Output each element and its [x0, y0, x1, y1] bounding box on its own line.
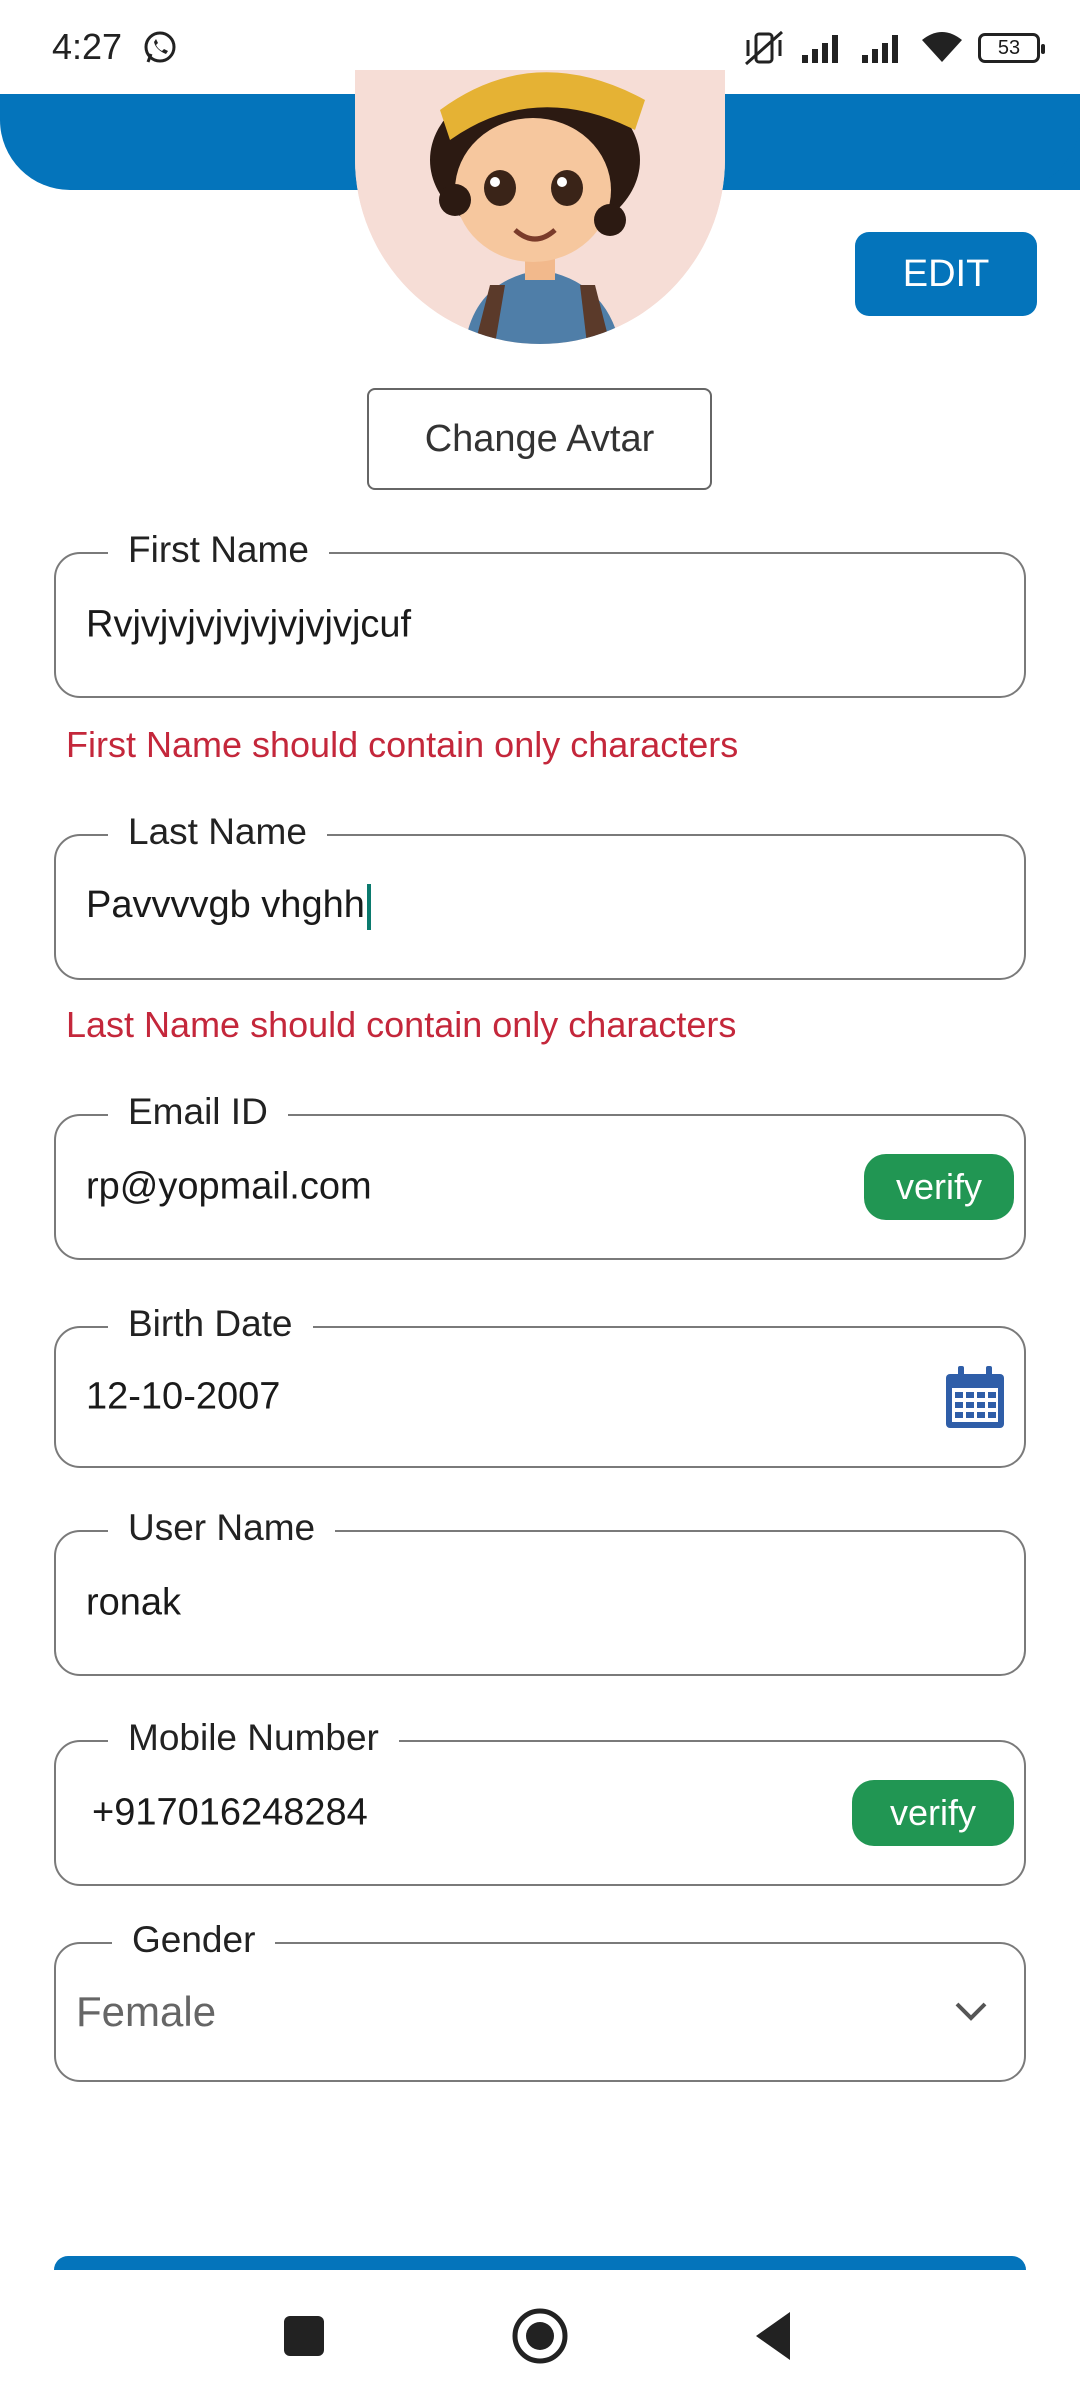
change-avatar-button[interactable]: Change Avtar — [367, 388, 712, 490]
mobile-number-field[interactable]: Mobile Number +917016248284 verify — [54, 1716, 1026, 1886]
last-name-input-wrap[interactable]: Pavvvvgb vhghh — [86, 884, 371, 930]
user-name-label: User Name — [108, 1506, 336, 1550]
signal-icon-2 — [862, 35, 898, 63]
battery-indicator: 53 — [978, 33, 1045, 63]
signal-icon — [802, 35, 838, 63]
email-label: Email ID — [108, 1090, 288, 1134]
system-nav-bar — [0, 2270, 1080, 2400]
email-input[interactable]: rp@yopmail.com — [86, 1166, 372, 1209]
status-time: 4:27 — [52, 26, 123, 67]
mobile-number-label: Mobile Number — [108, 1716, 399, 1760]
mobile-number-input[interactable]: +917016248284 — [92, 1792, 368, 1835]
birth-date-input[interactable]: 12-10-2007 — [86, 1376, 280, 1419]
gender-select[interactable]: Gender Female — [54, 1918, 1026, 2082]
first-name-error: First Name should contain only character… — [66, 724, 739, 765]
wifi-icon — [922, 32, 962, 62]
last-name-field[interactable]: Last Name Pavvvvgb vhghh — [54, 810, 1026, 980]
birth-date-field[interactable]: Birth Date 12-10-2007 — [54, 1302, 1026, 1468]
status-icons: 53 — [742, 26, 1045, 70]
home-icon[interactable] — [510, 2306, 570, 2366]
last-name-error: Last Name should contain only characters — [66, 1004, 737, 1045]
first-name-label: First Name — [108, 528, 329, 572]
save-button-partial[interactable] — [54, 2256, 1026, 2270]
back-icon[interactable] — [746, 2306, 806, 2366]
recent-apps-icon[interactable] — [274, 2306, 334, 2366]
email-field[interactable]: Email ID rp@yopmail.com verify — [54, 1090, 1026, 1260]
text-cursor — [366, 884, 371, 930]
edit-button[interactable]: EDIT — [855, 232, 1037, 316]
avatar-illustration — [355, 70, 725, 344]
last-name-input[interactable]: Pavvvvgb vhghh — [86, 884, 365, 926]
chevron-down-icon[interactable] — [954, 2001, 988, 2023]
mobile-verify-button[interactable]: verify — [852, 1780, 1014, 1846]
first-name-field[interactable]: First Name Rvjvjvjvjvjvjvjvjvjcuf — [54, 528, 1026, 698]
first-name-input[interactable]: Rvjvjvjvjvjvjvjvjvjcuf — [86, 604, 411, 647]
user-name-input[interactable]: ronak — [86, 1582, 181, 1625]
user-name-field[interactable]: User Name ronak — [54, 1506, 1026, 1676]
birth-date-label: Birth Date — [108, 1302, 313, 1346]
last-name-label: Last Name — [108, 810, 327, 854]
gender-label: Gender — [112, 1918, 276, 1962]
email-verify-button[interactable]: verify — [864, 1154, 1014, 1220]
calendar-icon[interactable] — [944, 1364, 1006, 1430]
whatsapp-icon — [144, 31, 176, 63]
gender-value[interactable]: Female — [76, 1988, 216, 2036]
muted-vibrate-icon — [745, 30, 783, 66]
avatar — [355, 70, 725, 344]
battery-level: 53 — [997, 36, 1021, 59]
